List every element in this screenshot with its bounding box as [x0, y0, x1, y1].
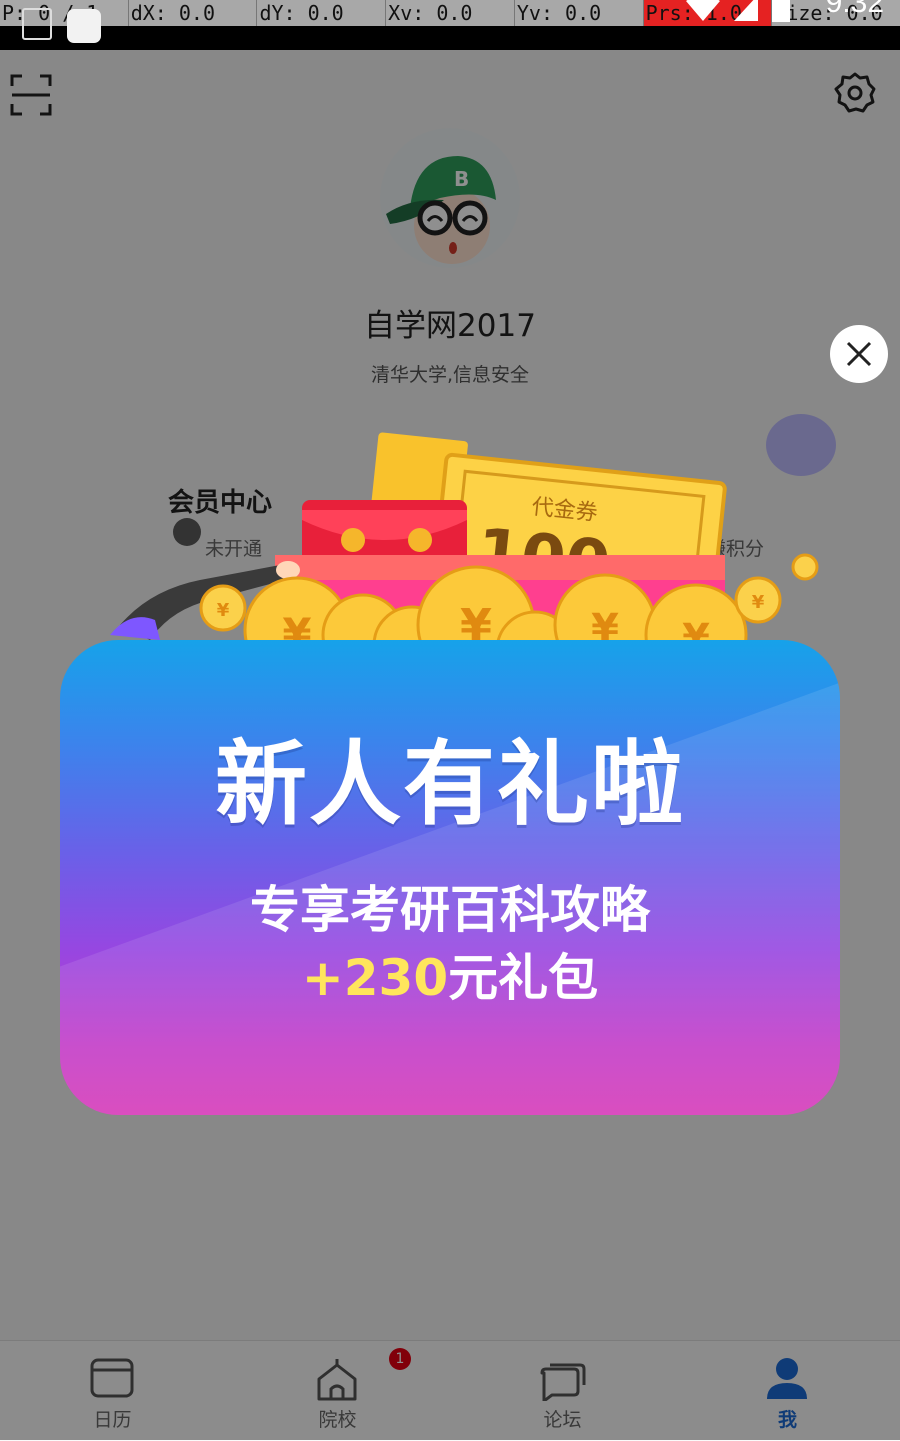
gift-amount-line: +230元礼包 [60, 938, 840, 1010]
velocity-y: Yv: 0.0 [513, 0, 643, 26]
status-bar [0, 26, 900, 50]
status-time: 9:32 [825, 0, 884, 19]
signal-icon [734, 0, 758, 21]
close-icon [846, 341, 872, 367]
gift-suffix: 元礼包 [448, 949, 599, 1007]
svg-text:¥: ¥ [217, 600, 230, 621]
tabbar-overlay [0, 1340, 900, 1440]
status-icons [686, 0, 790, 22]
popup-subtitle: 专享考研百科攻略 [250, 881, 650, 939]
velocity-x: Xv: 0.0 [385, 0, 514, 26]
delta-x: dX: 0.0 [127, 0, 257, 26]
popup-headline: 新人有礼啦 [214, 731, 685, 838]
gift-amount: +230 [301, 949, 449, 1007]
wifi-icon [686, 0, 720, 21]
pointer-count: P: 0 / 1 [2, 1, 99, 25]
close-popup-button[interactable] [830, 325, 888, 383]
delta-y: dY: 0.0 [256, 0, 385, 26]
new-user-gift-popup[interactable]: 代金券 100 ¥ ¥ ¥ [60, 430, 840, 1120]
svg-text:¥: ¥ [752, 592, 765, 613]
gallery-notification-icon [22, 8, 52, 40]
gift-illustration: 代金券 100 ¥ ¥ ¥ [110, 432, 819, 660]
battery-icon [772, 0, 790, 22]
app-notification-icon [67, 9, 101, 43]
